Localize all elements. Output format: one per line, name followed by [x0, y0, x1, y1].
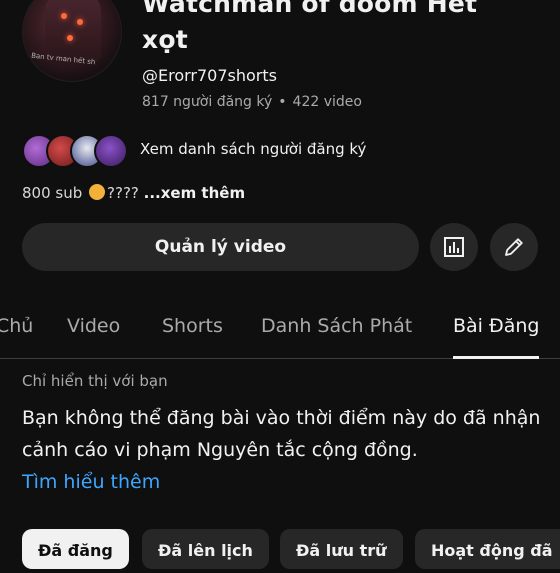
subscriber-count: 817 người đăng ký — [142, 94, 273, 110]
subscriber-avatars — [22, 134, 132, 168]
channel-bio[interactable]: 800 sub ???? ...xem thêm — [22, 184, 245, 202]
filter-chip-published[interactable]: Đã đăng — [22, 529, 129, 569]
restriction-message: Bạn không thể đăng bài vào thời điểm này… — [22, 407, 541, 461]
tab-videos[interactable]: Video — [67, 308, 120, 358]
see-more-link[interactable]: ...xem thêm — [144, 184, 245, 202]
tab-posts[interactable]: Bài Đăng — [453, 308, 540, 359]
channel-avatar[interactable]: Ban tv man hết sh — [22, 0, 122, 82]
video-count: 422 video — [292, 94, 362, 110]
edit-channel-button[interactable] — [490, 223, 538, 271]
bio-text-2: ???? — [107, 184, 144, 202]
avatar-glow-3 — [67, 35, 73, 41]
learn-more-link[interactable]: Tìm hiểu thêm — [22, 471, 160, 493]
upside-down-face-icon — [89, 184, 106, 200]
analytics-button[interactable] — [430, 223, 478, 271]
channel-meta: 817 người đăng ký • 422 video — [142, 94, 362, 110]
meta-separator: • — [278, 94, 287, 110]
filter-chip-activity[interactable]: Hoạt động đã — [415, 529, 560, 569]
avatar-glow-1 — [61, 13, 67, 19]
channel-title: Watchman of doom Hết xọt — [142, 0, 478, 54]
tab-shorts[interactable]: Shorts — [162, 308, 223, 358]
bio-text: 800 sub — [22, 184, 88, 202]
manage-videos-button[interactable]: Quản lý video — [22, 223, 419, 271]
visibility-note: Chỉ hiển thị với bạn — [22, 372, 168, 390]
channel-tabs: Chủ Video Shorts Danh Sách Phát Bài Đăng — [0, 308, 560, 359]
subscriber-avatar — [94, 134, 128, 168]
pencil-icon — [505, 238, 523, 256]
avatar-glow-2 — [77, 19, 83, 25]
tab-playlists[interactable]: Danh Sách Phát — [261, 308, 412, 358]
tab-home[interactable]: Chủ — [0, 308, 33, 358]
channel-handle: @Erorr707shorts — [142, 66, 277, 85]
view-subscribers-link[interactable]: Xem danh sách người đăng ký — [140, 140, 366, 158]
filter-chip-archived[interactable]: Đã lưu trữ — [280, 529, 403, 569]
filter-chip-scheduled[interactable]: Đã lên lịch — [142, 529, 269, 569]
analytics-icon — [444, 237, 464, 257]
